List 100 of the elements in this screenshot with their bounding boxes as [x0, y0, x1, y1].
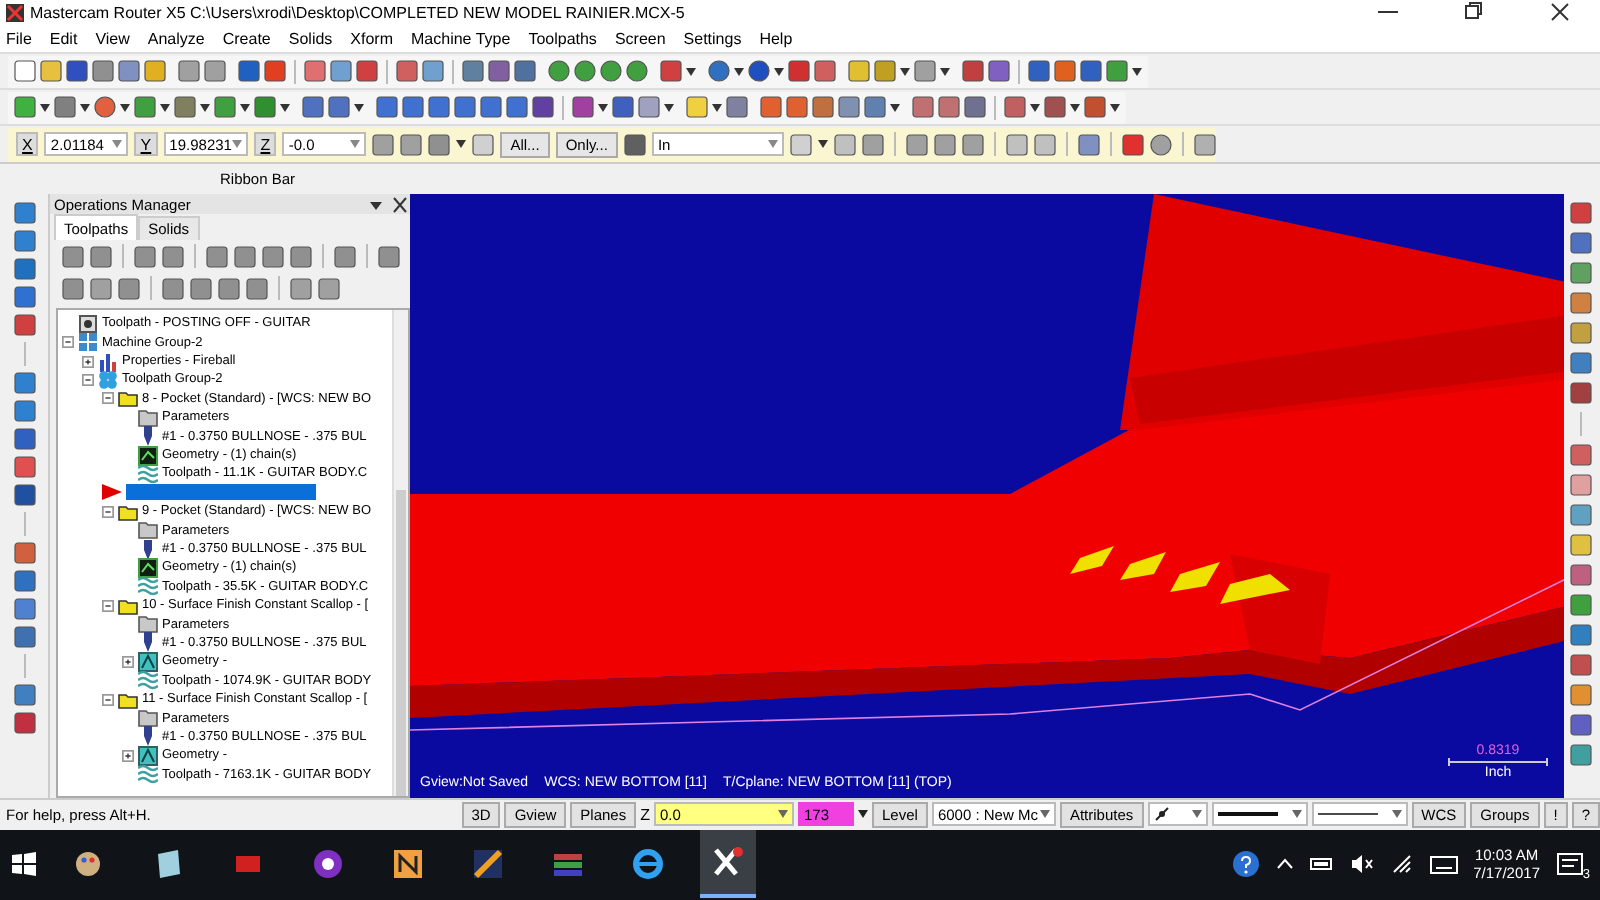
square-icon[interactable]: [264, 60, 286, 83]
chevron-up-icon[interactable]: [1275, 858, 1294, 871]
square-icon[interactable]: [532, 96, 554, 119]
square-icon[interactable]: [726, 96, 748, 119]
square-icon[interactable]: [372, 133, 395, 156]
square-icon[interactable]: [13, 258, 35, 281]
square-icon[interactable]: [13, 428, 35, 451]
square-icon[interactable]: [13, 626, 35, 649]
menu-item[interactable]: View: [95, 29, 130, 48]
dropdown[interactable]: [1211, 802, 1308, 827]
square-icon[interactable]: [834, 133, 857, 156]
square-icon[interactable]: [912, 96, 934, 119]
square-icon[interactable]: [1106, 60, 1128, 83]
caret-icon[interactable]: [664, 103, 674, 112]
square-icon[interactable]: [572, 96, 594, 119]
collapse-toggle[interactable]: [82, 373, 94, 386]
square-icon[interactable]: [1084, 96, 1106, 119]
square-icon[interactable]: [13, 456, 35, 479]
square-icon[interactable]: [302, 96, 324, 119]
square-icon[interactable]: [118, 277, 140, 300]
collapse-toggle[interactable]: [62, 336, 74, 349]
expand-toggle[interactable]: [122, 655, 134, 668]
square-icon[interactable]: [54, 96, 76, 119]
dropdown[interactable]: [1147, 802, 1208, 827]
square-icon[interactable]: [118, 60, 140, 83]
square-icon[interactable]: [1570, 594, 1592, 617]
caret-icon[interactable]: [1132, 67, 1142, 76]
square-icon[interactable]: [864, 96, 886, 119]
circle-icon[interactable]: [574, 60, 596, 83]
menu-item[interactable]: Settings: [683, 29, 742, 48]
square-icon[interactable]: [90, 245, 112, 268]
menu-item[interactable]: Analyze: [147, 29, 205, 48]
square-icon[interactable]: [1078, 133, 1101, 156]
square-icon[interactable]: [246, 277, 268, 300]
caret-icon[interactable]: [1110, 103, 1120, 112]
square-icon[interactable]: [174, 96, 196, 119]
square-icon[interactable]: [660, 60, 682, 83]
square-icon[interactable]: [400, 133, 423, 156]
square-icon[interactable]: [1044, 96, 1066, 119]
collapse-toggle[interactable]: [102, 505, 114, 518]
square-icon[interactable]: [760, 96, 782, 119]
square-icon[interactable]: [318, 277, 340, 300]
square-icon[interactable]: [623, 133, 646, 156]
caret-icon[interactable]: [858, 810, 868, 819]
square-icon[interactable]: [472, 133, 495, 156]
square-icon[interactable]: [812, 96, 834, 119]
square-icon[interactable]: [454, 96, 476, 119]
caret-icon[interactable]: [686, 67, 696, 76]
square-icon[interactable]: [290, 277, 312, 300]
menu-item[interactable]: Screen: [614, 29, 666, 48]
square-icon[interactable]: [1054, 60, 1076, 83]
square-icon[interactable]: [938, 96, 960, 119]
square-icon[interactable]: [786, 96, 808, 119]
caret-icon[interactable]: [1070, 103, 1080, 112]
keyboard-icon[interactable]: [1429, 855, 1458, 874]
triangle-pointer-icon[interactable]: [102, 484, 122, 501]
square-icon[interactable]: [480, 96, 502, 119]
square-icon[interactable]: [638, 96, 660, 119]
square-icon[interactable]: [162, 277, 184, 300]
square-icon[interactable]: [862, 133, 885, 156]
caret-icon[interactable]: [734, 67, 744, 76]
square-icon[interactable]: [1570, 684, 1592, 707]
square-icon[interactable]: [1080, 60, 1102, 83]
caret-icon[interactable]: [354, 103, 364, 112]
menu-item[interactable]: Solids: [288, 29, 333, 48]
square-icon[interactable]: [13, 400, 35, 423]
caret-icon[interactable]: [120, 103, 130, 112]
square-icon[interactable]: [62, 245, 84, 268]
circle-icon[interactable]: [1150, 133, 1173, 156]
square-icon[interactable]: [376, 96, 398, 119]
square-icon[interactable]: [144, 60, 166, 83]
square-icon[interactable]: [1570, 624, 1592, 647]
square-icon[interactable]: [1570, 322, 1592, 345]
square-icon[interactable]: [14, 60, 36, 83]
caret-icon[interactable]: [40, 103, 50, 112]
square-icon[interactable]: [848, 60, 870, 83]
square-icon[interactable]: [178, 60, 200, 83]
square-icon[interactable]: [1122, 133, 1145, 156]
square-icon[interactable]: [1570, 444, 1592, 467]
caret-icon[interactable]: [774, 67, 784, 76]
square-icon[interactable]: [396, 60, 418, 83]
square-icon[interactable]: [790, 133, 813, 156]
square-icon[interactable]: [422, 60, 444, 83]
square-icon[interactable]: [1006, 133, 1029, 156]
square-icon[interactable]: [218, 277, 240, 300]
square-icon[interactable]: [1570, 534, 1592, 557]
square-icon[interactable]: [1004, 96, 1026, 119]
square-icon[interactable]: [428, 96, 450, 119]
close-icon[interactable]: [390, 195, 410, 214]
insert-position-bar[interactable]: [126, 484, 316, 501]
windows-logo-icon[interactable]: [12, 852, 36, 877]
square-icon[interactable]: [506, 96, 528, 119]
square-icon[interactable]: [13, 542, 35, 565]
square-icon[interactable]: [206, 245, 228, 268]
menu-item[interactable]: Toolpaths: [528, 29, 597, 48]
caret-icon[interactable]: [1030, 103, 1040, 112]
square-icon[interactable]: [13, 712, 35, 735]
caret-icon[interactable]: [80, 103, 90, 112]
square-icon[interactable]: [962, 60, 984, 83]
square-icon[interactable]: [962, 133, 985, 156]
